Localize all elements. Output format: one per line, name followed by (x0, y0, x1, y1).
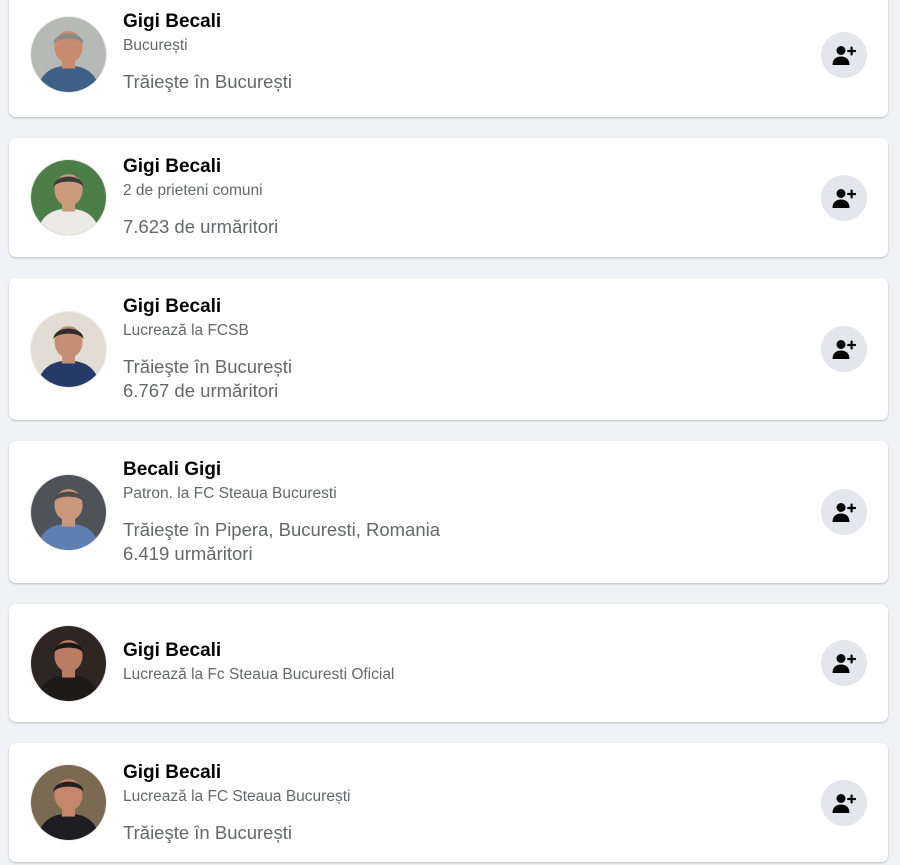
add-friend-button[interactable] (821, 175, 867, 221)
avatar[interactable] (30, 474, 107, 551)
avatar[interactable] (30, 311, 107, 388)
profile-detail: 6.767 de urmăritori (123, 380, 279, 401)
avatar[interactable] (30, 764, 107, 841)
profile-detail: Trăieşte în București (123, 822, 292, 843)
result-card[interactable]: Gigi Becali Lucrează la FCSB Trăieşte în B… (9, 278, 888, 420)
add-friend-icon (832, 651, 856, 675)
profile-subtitle: Patron. la FC Steaua Bucuresti (123, 485, 337, 502)
profile-name[interactable]: Gigi Becali (123, 761, 798, 785)
result-card[interactable]: Gigi Becali 2 de prieteni comuni 7.623 de … (9, 138, 888, 257)
result-card[interactable]: Becali Gigi Patron. la FC Steaua Bucurest… (9, 441, 888, 583)
add-friend-button[interactable] (821, 32, 867, 78)
add-friend-icon (832, 791, 856, 815)
add-friend-button[interactable] (821, 780, 867, 826)
add-friend-button[interactable] (821, 640, 867, 686)
add-friend-icon (832, 43, 856, 67)
profile-name[interactable]: Gigi Becali (123, 155, 798, 179)
result-card[interactable]: Gigi Becali Lucrează la Fc Steaua Bucures… (9, 604, 888, 722)
result-info: Gigi Becali 2 de prieteni comuni 7.623 de … (123, 155, 798, 239)
result-info: Gigi Becali București Trăieşte în Bucureșt… (123, 10, 798, 94)
profile-detail: Trăieşte în Pipera, Bucuresti, Romania (123, 519, 441, 540)
profile-detail: Trăieşte în București (123, 356, 292, 377)
add-friend-icon (832, 500, 856, 524)
result-info: Gigi Becali Lucrează la Fc Steaua Bucures… (123, 639, 798, 685)
profile-name[interactable]: Gigi Becali (123, 639, 798, 663)
profile-detail: Trăieşte în București (123, 71, 292, 92)
profile-detail: 6.419 urmăritori (123, 543, 253, 564)
profile-name[interactable]: Becali Gigi (123, 458, 798, 482)
profile-subtitle: Lucrează la Fc Steaua Bucuresti Oficial (123, 666, 395, 683)
profile-subtitle: Lucrează la FC Steaua București (123, 788, 351, 805)
result-info: Becali Gigi Patron. la FC Steaua Bucurest… (123, 458, 798, 566)
add-friend-button[interactable] (821, 489, 867, 535)
avatar[interactable] (30, 159, 107, 236)
avatar[interactable] (30, 16, 107, 93)
profile-name[interactable]: Gigi Becali (123, 295, 798, 319)
profile-subtitle: Lucrează la FCSB (123, 322, 249, 339)
profile-subtitle: București (123, 37, 188, 54)
profile-name[interactable]: Gigi Becali (123, 10, 798, 34)
result-card[interactable]: Gigi Becali Lucrează la FC Steaua Bucureș… (9, 743, 888, 862)
avatar[interactable] (30, 625, 107, 702)
add-friend-icon (832, 337, 856, 361)
result-info: Gigi Becali Lucrează la FCSB Trăieşte în B… (123, 295, 798, 403)
result-card[interactable]: Gigi Becali București Trăieşte în Bucureșt… (9, 0, 888, 117)
add-friend-button[interactable] (821, 326, 867, 372)
profile-detail: 7.623 de urmăritori (123, 216, 279, 237)
profile-subtitle: 2 de prieteni comuni (123, 182, 263, 199)
add-friend-icon (832, 186, 856, 210)
result-info: Gigi Becali Lucrează la FC Steaua Bucureș… (123, 761, 798, 845)
